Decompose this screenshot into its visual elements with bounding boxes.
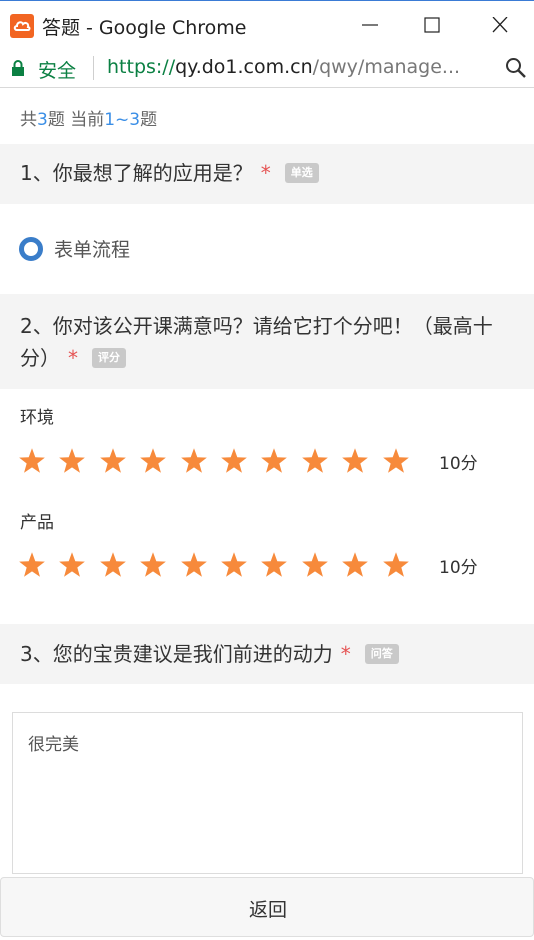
- question-counter: 共3题 当前1~3题: [20, 105, 157, 130]
- back-button[interactable]: 返回: [0, 877, 534, 937]
- url-scheme: https://: [107, 56, 176, 78]
- url-path: /qwy/manage...: [312, 56, 461, 78]
- rating-score: 10分: [439, 558, 478, 578]
- url-host: qy.do1.com.cn: [175, 56, 313, 78]
- required-mark: *: [68, 346, 78, 370]
- counter-range: 1~3: [104, 110, 141, 130]
- question-1-text: 1、你最想了解的应用是？: [20, 161, 253, 185]
- star-icon[interactable]: [99, 447, 127, 475]
- close-button[interactable]: [478, 7, 522, 43]
- question-3-text: 3、您的宝贵建议是我们前进的动力: [20, 642, 333, 666]
- question-2-header: 2、你对该公开课满意吗？请给它打个分吧！（最高十分） * 评分: [0, 294, 534, 389]
- question-type-tag: 评分: [92, 347, 126, 368]
- question-type-tag: 单选: [284, 162, 319, 183]
- star-icon[interactable]: [260, 447, 288, 475]
- question-2-title: 2、你对该公开课满意吗？请给它打个分吧！（最高十分） * 评分: [20, 310, 520, 374]
- required-mark: *: [260, 161, 271, 185]
- star-icon[interactable]: [220, 447, 248, 475]
- counter-total: 3: [37, 110, 48, 130]
- rating-stars-product[interactable]: 10分: [18, 551, 518, 581]
- rating-stars-environment[interactable]: 10分: [18, 447, 518, 477]
- required-mark: *: [340, 642, 351, 666]
- question-2-text: 2、你对该公开课满意吗？请给它打个分吧！（最高十分）: [20, 314, 493, 370]
- lock-icon: [12, 60, 24, 76]
- answer-textarea[interactable]: 很完美: [12, 712, 523, 874]
- star-icon[interactable]: [301, 447, 329, 475]
- counter-suffix: 题: [140, 110, 158, 130]
- option-label: 表单流程: [54, 239, 131, 261]
- star-icon[interactable]: [382, 447, 410, 475]
- counter-prefix: 共: [20, 110, 37, 130]
- counter-middle: 题 当前: [47, 110, 105, 130]
- question-type-tag: 问答: [364, 643, 399, 664]
- star-icon[interactable]: [58, 551, 86, 579]
- cloud-icon: [10, 14, 34, 38]
- rating-label-product: 产品: [20, 513, 54, 533]
- answer-text: 很完美: [28, 735, 79, 755]
- star-icon[interactable]: [260, 551, 288, 579]
- question-3-title: 3、您的宝贵建议是我们前进的动力 * 问答: [20, 638, 399, 670]
- rating-score: 10分: [439, 454, 478, 474]
- star-icon[interactable]: [18, 551, 46, 579]
- minimize-button[interactable]: [348, 7, 392, 43]
- star-icon[interactable]: [58, 447, 86, 475]
- star-icon[interactable]: [220, 551, 248, 579]
- rating-label-environment: 环境: [20, 408, 54, 428]
- window-title: 答题 - Google Chrome: [42, 17, 247, 39]
- question-3-header: 3、您的宝贵建议是我们前进的动力 * 问答: [0, 624, 534, 684]
- star-icon[interactable]: [341, 551, 369, 579]
- radio-selected-icon[interactable]: [19, 237, 43, 261]
- star-icon[interactable]: [180, 447, 208, 475]
- star-icon[interactable]: [301, 551, 329, 579]
- star-icon[interactable]: [18, 447, 46, 475]
- question-1-header: 1、你最想了解的应用是？ * 单选: [0, 144, 534, 204]
- window-titlebar: 答题 - Google Chrome: [0, 0, 534, 48]
- address-bar[interactable]: 安全 https://qy.do1.com.cn/qwy/manage...: [0, 48, 534, 88]
- star-icon[interactable]: [180, 551, 208, 579]
- survey-content: 共3题 当前1~3题 1、你最想了解的应用是？ * 单选 表单流程 2、你对该公开课…: [0, 89, 534, 940]
- secure-label[interactable]: 安全: [38, 56, 76, 83]
- star-icon[interactable]: [341, 447, 369, 475]
- star-icon[interactable]: [99, 551, 127, 579]
- address-divider: [93, 56, 94, 80]
- star-icon[interactable]: [139, 447, 167, 475]
- star-icon[interactable]: [382, 551, 410, 579]
- url-field[interactable]: https://qy.do1.com.cn/qwy/manage...: [107, 56, 491, 78]
- magnifier-icon[interactable]: [505, 57, 527, 79]
- back-button-label: 返回: [248, 899, 287, 921]
- star-icon[interactable]: [139, 551, 167, 579]
- maximize-button[interactable]: [410, 7, 454, 43]
- question-1-title: 1、你最想了解的应用是？ * 单选: [20, 157, 319, 189]
